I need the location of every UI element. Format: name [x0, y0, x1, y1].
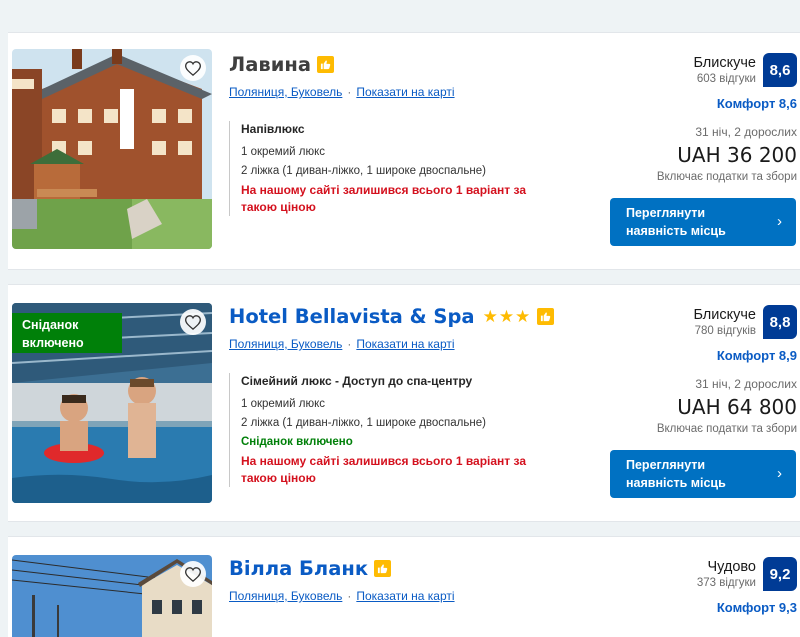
review-count: 780 відгуків: [694, 325, 756, 337]
property-card[interactable]: Сніданок включено Hotel Bellavista & Spa…: [8, 284, 800, 522]
breakfast-included-note: Сніданок включено: [241, 436, 353, 448]
property-photo[interactable]: [12, 49, 212, 249]
location-line: Поляниця, Буковель · Показати на карті: [229, 589, 455, 603]
stay-summary: 31 ніч, 2 дорослих: [695, 125, 797, 139]
star-rating: ★★★: [482, 306, 532, 326]
rating-word: Чудово: [707, 559, 756, 575]
rating-word: Блискуче: [693, 307, 756, 323]
location-link[interactable]: Поляниця, Буковель: [229, 337, 342, 351]
property-card[interactable]: Лавина Поляниця, Буковель · Показати на ка…: [8, 32, 800, 270]
room-units: 1 окремий люкс: [241, 146, 326, 158]
taxes-note: Включає податки та збори: [656, 171, 797, 183]
location-line: Поляниця, Буковель · Показати на карті: [229, 337, 455, 351]
location-link[interactable]: Поляниця, Буковель: [229, 85, 342, 99]
thumbs-up-icon: [317, 56, 334, 73]
separator-dot: ·: [347, 337, 352, 351]
taxes-note: Включає податки та збори: [656, 423, 797, 435]
chevron-right-icon: ›: [777, 465, 782, 482]
review-count: 603 відгуки: [696, 73, 756, 85]
room-units: 1 окремий люкс: [241, 398, 326, 410]
cta-label-line1: Переглянути: [626, 458, 706, 472]
total-price: UAH 64 800: [677, 395, 797, 419]
location-line: Поляниця, Буковель · Показати на карті: [229, 85, 455, 99]
room-details: Напівлюкс 1 окремий люкс 2 ліжка (1 дива…: [229, 121, 569, 216]
property-name[interactable]: Вілла Бланк: [229, 557, 368, 580]
favorite-button[interactable]: [180, 55, 206, 81]
see-availability-button[interactable]: Переглянути наявність місць ›: [610, 198, 796, 246]
show-on-map-link[interactable]: Показати на карті: [356, 589, 454, 603]
comfort-score: Комфорт 9,3: [716, 600, 797, 615]
property-card[interactable]: Вілла Бланк Поляниця, Буковель · Показати …: [8, 536, 800, 637]
badge-line1: Сніданок: [22, 318, 79, 332]
cta-label-line2: наявність місць: [626, 224, 726, 238]
rating-word: Блискуче: [693, 55, 756, 71]
property-title-row: Лавина: [229, 53, 334, 76]
see-availability-button[interactable]: Переглянути наявність місць ›: [610, 450, 796, 498]
thumbs-up-icon: [537, 308, 555, 325]
property-name[interactable]: Лавина: [229, 53, 311, 76]
show-on-map-link[interactable]: Показати на карті: [356, 85, 454, 99]
property-photo[interactable]: Сніданок включено: [12, 303, 212, 503]
show-on-map-link[interactable]: Показати на карті: [356, 337, 454, 351]
heart-icon: [185, 566, 201, 582]
breakfast-included-badge: Сніданок включено: [12, 313, 122, 353]
room-details: Сімейний люкс - Доступ до спа-центру 1 о…: [229, 373, 569, 487]
separator-dot: ·: [347, 589, 352, 603]
badge-line2: включено: [22, 336, 84, 350]
availability-warning: На нашому сайті залишився всього 1 варіа…: [241, 183, 526, 214]
room-type: Напівлюкс: [241, 122, 305, 136]
favorite-button[interactable]: [180, 309, 206, 335]
chevron-right-icon: ›: [777, 213, 782, 230]
property-photo[interactable]: [12, 555, 212, 637]
review-score-badge[interactable]: 8,8: [763, 305, 797, 339]
property-name[interactable]: Hotel Bellavista & Spa: [229, 305, 475, 328]
comfort-score: Комфорт 8,9: [716, 348, 797, 363]
property-title-row: Вілла Бланк: [229, 557, 392, 580]
property-title-row: Hotel Bellavista & Spa ★★★: [229, 305, 555, 328]
total-price: UAH 36 200: [677, 143, 797, 167]
cta-label-line2: наявність місць: [626, 476, 726, 490]
bed-configuration: 2 ліжка (1 диван-ліжко, 1 широке двоспал…: [241, 165, 486, 177]
heart-icon: [185, 314, 201, 330]
separator-dot: ·: [347, 85, 352, 99]
review-score-badge[interactable]: 8,6: [763, 53, 797, 87]
location-link[interactable]: Поляниця, Буковель: [229, 589, 342, 603]
thumbs-up-icon: [374, 560, 392, 577]
stay-summary: 31 ніч, 2 дорослих: [695, 377, 797, 391]
cta-label-line1: Переглянути: [626, 206, 706, 220]
availability-warning: На нашому сайті залишився всього 1 варіа…: [241, 454, 526, 485]
bed-configuration: 2 ліжка (1 диван-ліжко, 1 широке двоспал…: [241, 417, 486, 429]
heart-icon: [185, 60, 201, 76]
room-type: Сімейний люкс - Доступ до спа-центру: [241, 374, 473, 388]
review-count: 373 відгуки: [696, 577, 756, 589]
comfort-score: Комфорт 8,6: [716, 96, 797, 111]
review-score-badge[interactable]: 9,2: [763, 557, 797, 591]
lodge-photo-image: [12, 49, 212, 249]
favorite-button[interactable]: [180, 561, 206, 587]
